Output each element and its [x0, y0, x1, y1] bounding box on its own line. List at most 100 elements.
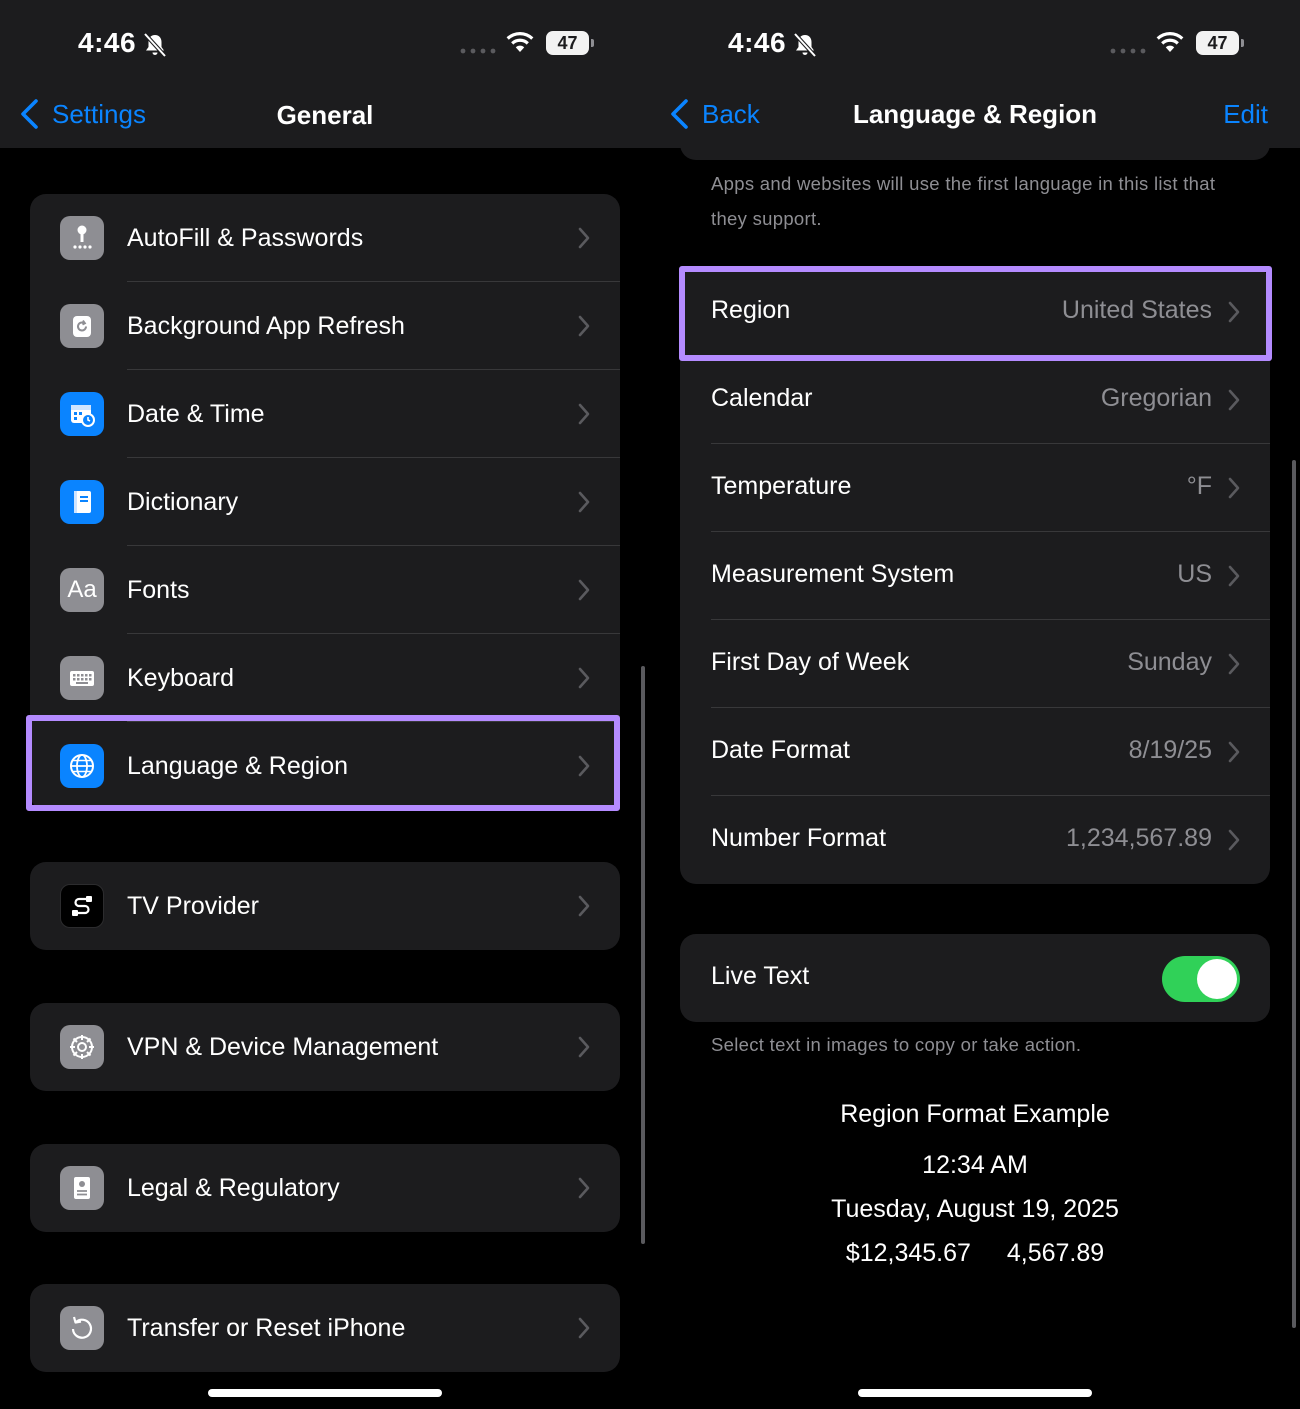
row-label: Measurement System — [711, 560, 955, 588]
row-value: United States — [1061, 296, 1212, 324]
setting-row-measurement-system[interactable]: Measurement System US — [680, 532, 1270, 620]
chevron-right-icon — [578, 895, 590, 917]
chevron-right-icon — [578, 315, 590, 337]
scrollbar[interactable] — [641, 666, 645, 1244]
row-value: Gregorian — [1100, 384, 1212, 412]
settings-row-keyboard[interactable]: Keyboard — [30, 634, 620, 722]
region-example-currency: $12,345.67 — [845, 1239, 971, 1267]
region-example-date: Tuesday, August 19, 2025 — [831, 1195, 1119, 1223]
row-label: Date Format — [711, 736, 850, 764]
general-settings-group: AutoFill & Passwords Background App Refr… — [30, 194, 620, 810]
home-indicator[interactable] — [858, 1389, 1092, 1397]
row-label: Legal & Regulatory — [127, 1173, 340, 1202]
cellular-signal-icon — [460, 48, 496, 54]
settings-row-vpn-device-management[interactable]: VPN & Device Management — [30, 1003, 620, 1091]
calendar-clock-icon — [60, 392, 104, 436]
row-label: VPN & Device Management — [127, 1032, 439, 1061]
fonts-icon-text: Aa — [67, 576, 97, 603]
settings-row-date-time[interactable]: Date & Time — [30, 370, 620, 458]
general-settings-screen: 4:46 47 Settings General AutoFill & Pass… — [0, 0, 650, 1409]
region-settings-group: Region United States Calendar Gregorian … — [680, 268, 1270, 884]
row-value: 8/19/25 — [1128, 736, 1212, 764]
chevron-right-icon — [1228, 565, 1240, 587]
reset-icon — [60, 1306, 104, 1350]
row-label: Background App Refresh — [127, 311, 405, 340]
battery-level: 47 — [1196, 31, 1239, 55]
row-value: US — [1177, 560, 1212, 588]
chevron-right-icon — [578, 403, 590, 425]
chevron-right-icon — [1228, 389, 1240, 411]
chevron-right-icon — [578, 1036, 590, 1058]
row-label: Calendar — [711, 384, 813, 412]
settings-row-background-app-refresh[interactable]: Background App Refresh — [30, 282, 620, 370]
tv-provider-icon — [60, 884, 104, 928]
navigation-header: 4:46 47 Back Language & Region Edit — [650, 0, 1300, 148]
battery-icon: 47 — [546, 31, 594, 55]
settings-row-tv-provider[interactable]: TV Provider — [30, 862, 620, 950]
setting-row-calendar[interactable]: Calendar Gregorian — [680, 356, 1270, 444]
cellular-signal-icon — [1110, 48, 1146, 54]
row-label: Number Format — [711, 824, 887, 852]
row-label: TV Provider — [127, 891, 259, 920]
chevron-right-icon — [578, 491, 590, 513]
chevron-right-icon — [578, 667, 590, 689]
tv-provider-group: TV Provider — [30, 862, 620, 950]
chevron-right-icon — [578, 755, 590, 777]
settings-row-fonts[interactable]: Aa Fonts — [30, 546, 620, 634]
setting-row-first-day-of-week[interactable]: First Day of Week Sunday — [680, 620, 1270, 708]
region-example-time: 12:34 AM — [922, 1151, 1028, 1179]
region-example-numbers: $12,345.67 4,567.89 — [650, 1239, 1300, 1268]
legal-group: Legal & Regulatory — [30, 1144, 620, 1232]
row-label: Region — [711, 296, 791, 324]
vpn-group: VPN & Device Management — [30, 1003, 620, 1091]
scrollbar[interactable] — [1292, 460, 1296, 1328]
row-label: Fonts — [127, 575, 190, 604]
row-label: Temperature — [711, 472, 852, 500]
region-example-title: Region Format Example — [840, 1100, 1110, 1128]
setting-row-date-format[interactable]: Date Format 8/19/25 — [680, 708, 1270, 796]
settings-row-transfer-reset[interactable]: Transfer or Reset iPhone — [30, 1284, 620, 1372]
row-label: Live Text — [711, 962, 810, 990]
chevron-right-icon — [1228, 829, 1240, 851]
chevron-right-icon — [578, 1317, 590, 1339]
setting-row-temperature[interactable]: Temperature °F — [680, 444, 1270, 532]
edit-button[interactable]: Edit — [1223, 99, 1268, 130]
chevron-right-icon — [578, 1177, 590, 1199]
row-label: Keyboard — [127, 663, 235, 692]
settings-row-autofill-passwords[interactable]: AutoFill & Passwords — [30, 194, 620, 282]
setting-row-number-format[interactable]: Number Format 1,234,567.89 — [680, 796, 1270, 884]
region-example-number: 4,567.89 — [1006, 1239, 1105, 1267]
row-value: Sunday — [1127, 648, 1212, 676]
transfer-group: Transfer or Reset iPhone — [30, 1284, 620, 1372]
page-title: General — [276, 100, 374, 130]
status-time: 4:46 — [78, 27, 137, 58]
chevron-right-icon — [1228, 477, 1240, 499]
chevron-right-icon — [1228, 653, 1240, 675]
chevron-right-icon — [578, 227, 590, 249]
row-label: First Day of Week — [711, 648, 910, 676]
chevron-right-icon — [578, 579, 590, 601]
language-region-screen: 4:46 47 Back Language & Region Edit Apps… — [650, 0, 1300, 1409]
row-label: Language & Region — [127, 751, 349, 780]
settings-row-language-region[interactable]: Language & Region — [30, 722, 620, 810]
live-text-toggle[interactable] — [1162, 956, 1240, 1002]
battery-icon: 47 — [1196, 31, 1244, 55]
setting-row-region[interactable]: Region United States — [680, 268, 1270, 356]
fonts-icon: Aa — [60, 568, 104, 612]
silent-mode-icon — [143, 32, 167, 58]
row-label: AutoFill & Passwords — [127, 223, 364, 252]
navigation-header: 4:46 47 Settings General — [0, 0, 650, 148]
row-label: Dictionary — [127, 487, 239, 516]
page-title: Language & Region — [852, 99, 1098, 129]
settings-row-dictionary[interactable]: Dictionary — [30, 458, 620, 546]
settings-row-legal-regulatory[interactable]: Legal & Regulatory — [30, 1144, 620, 1232]
status-time: 4:46 — [728, 27, 787, 58]
battery-level: 47 — [546, 31, 589, 55]
setting-row-live-text: Live Text — [680, 934, 1270, 1022]
row-label: Transfer or Reset iPhone — [127, 1313, 406, 1342]
chevron-right-icon — [1228, 741, 1240, 763]
home-indicator[interactable] — [208, 1389, 442, 1397]
live-text-note: Select text in images to copy or take ac… — [711, 1034, 1082, 1055]
silent-mode-icon — [793, 32, 817, 58]
wifi-icon — [506, 31, 534, 52]
